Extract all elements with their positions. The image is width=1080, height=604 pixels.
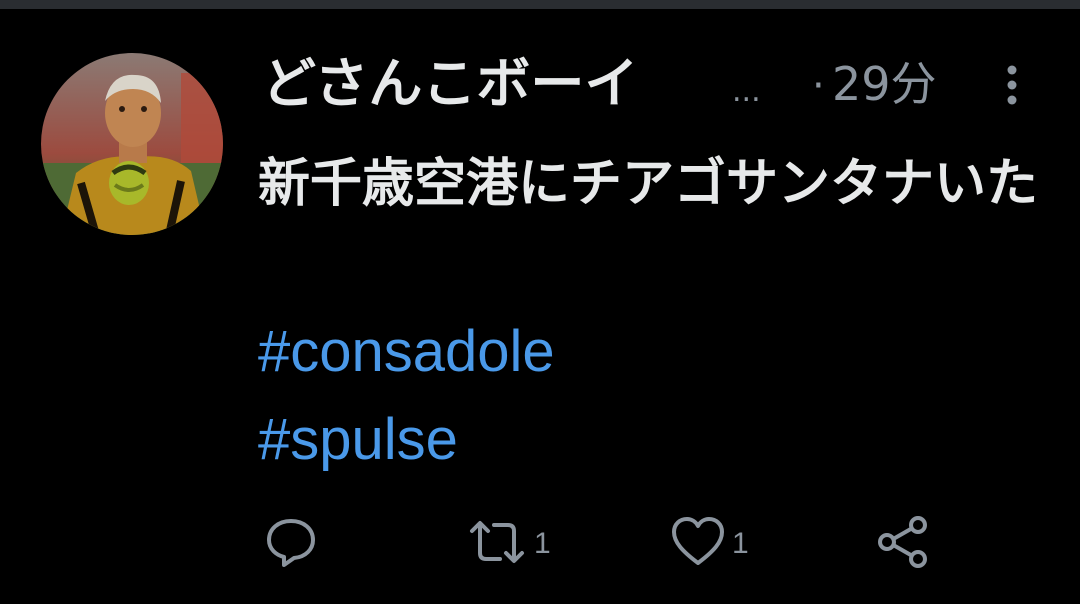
share-button[interactable] xyxy=(874,514,934,574)
like-count: 1 xyxy=(732,527,749,560)
more-options-icon[interactable] xyxy=(998,62,1026,108)
avatar[interactable] xyxy=(41,53,223,235)
retweet-button[interactable]: 1 xyxy=(466,514,551,574)
top-divider xyxy=(0,0,1080,9)
reply-button[interactable] xyxy=(264,514,318,574)
display-name[interactable]: どさんこボーイ xyxy=(262,52,638,116)
retweet-count: 1 xyxy=(534,527,551,560)
hashtag-link-spulse[interactable]: #spulse xyxy=(258,405,458,475)
separator-dot: · xyxy=(812,63,825,109)
reply-icon xyxy=(264,515,318,573)
name-truncation: ... xyxy=(732,74,761,109)
heart-icon xyxy=(670,515,726,573)
tweet-header: どさんこボーイ ... · 29分 xyxy=(262,50,1042,120)
hashtag-link-consadole[interactable]: #consadole xyxy=(258,317,555,387)
tweet-text: 新千歳空港にチアゴサンタナいた xyxy=(258,154,1039,214)
avatar-image xyxy=(41,53,223,235)
timestamp[interactable]: 29分 xyxy=(832,52,937,116)
like-button[interactable]: 1 xyxy=(670,514,749,574)
share-icon xyxy=(874,514,934,574)
retweet-icon xyxy=(466,515,528,573)
